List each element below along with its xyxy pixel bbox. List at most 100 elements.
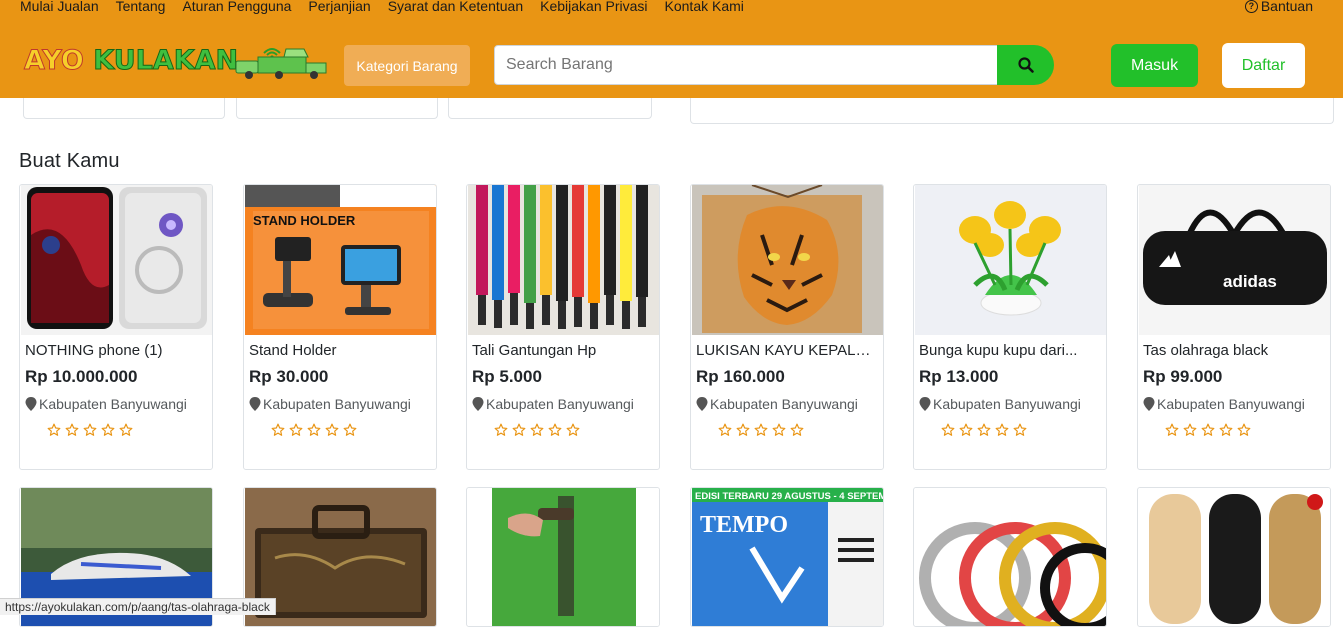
product-name: Bunga kupu kupu dari... [919, 342, 1078, 359]
star-icon [65, 423, 79, 436]
nav-tentang[interactable]: Tentang [116, 0, 166, 14]
product-image-lanyards [468, 185, 659, 335]
nav-kontak-kami[interactable]: Kontak Kami [665, 0, 744, 14]
previous-card-bottom [448, 98, 652, 119]
star-icon [343, 423, 357, 436]
product-location-text: Kabupaten Banyuwangi [39, 396, 187, 412]
star-icon [494, 423, 508, 436]
star-icon [548, 423, 562, 436]
previous-panel-bottom [690, 98, 1334, 124]
stand-holder-image-text: STAND HOLDER [253, 213, 356, 228]
product-image-chainrings [915, 488, 1106, 626]
product-price: Rp 5.000 [472, 367, 542, 386]
product-image-skateboards [1139, 488, 1330, 626]
star-icon [83, 423, 97, 436]
product-card[interactable]: EDISI TERBARU 29 AGUSTUS - 4 SEPTEMBER 2… [690, 487, 884, 627]
product-image-stand-holder: STAND HOLDER [245, 185, 436, 335]
star-icon [772, 423, 786, 436]
product-location-text: Kabupaten Banyuwangi [1157, 396, 1305, 412]
product-card[interactable] [466, 487, 660, 627]
logo-text-kulakan: KULAKAN [93, 45, 239, 77]
product-name: Tas olahraga black [1143, 342, 1269, 359]
site-header: Mulai Jualan Tentang Aturan Pengguna Per… [0, 0, 1343, 98]
product-image-phone [21, 185, 212, 335]
star-icon [47, 423, 61, 436]
nav-syarat-ketentuan[interactable]: Syarat dan Ketentuan [388, 0, 523, 14]
product-price: Rp 160.000 [696, 367, 785, 386]
rating-stars [718, 423, 804, 437]
search-icon [1017, 57, 1034, 73]
product-location-text: Kabupaten Banyuwangi [263, 396, 411, 412]
star-icon [718, 423, 732, 436]
search-bar [494, 45, 1054, 85]
product-card[interactable]: LUKISAN KAYU KEPALA ... Rp 160.000 Kabup… [690, 184, 884, 470]
magazine-banner-text: EDISI TERBARU 29 AGUSTUS - 4 SEPTEMBER 2… [695, 491, 884, 502]
logo-text-ayo: AYO [24, 45, 85, 77]
product-location-text: Kabupaten Banyuwangi [486, 396, 634, 412]
star-icon [101, 423, 115, 436]
star-icon [1013, 423, 1027, 436]
star-icon [754, 423, 768, 436]
section-title: Buat Kamu [19, 150, 120, 172]
search-button[interactable] [997, 45, 1054, 85]
star-icon [530, 423, 544, 436]
site-logo[interactable]: AYO KULAKAN [24, 43, 327, 83]
map-pin-icon [919, 397, 931, 411]
product-image-sports-bag: adidas [1139, 185, 1330, 335]
product-card[interactable]: STAND HOLDER Stand Holder Rp 30.000 Kabu… [243, 184, 437, 470]
product-location: Kabupaten Banyuwangi [919, 396, 1081, 412]
star-icon [566, 423, 580, 436]
star-icon [1237, 423, 1251, 436]
rating-stars [1165, 423, 1251, 437]
nav-aturan-pengguna[interactable]: Aturan Pengguna [182, 0, 291, 14]
star-icon [307, 423, 321, 436]
nav-kebijakan-privasi[interactable]: Kebijakan Privasi [540, 0, 647, 14]
product-image-dagger [468, 488, 659, 626]
product-card[interactable]: Tali Gantungan Hp Rp 5.000 Kabupaten Ban… [466, 184, 660, 470]
previous-card-bottom [236, 98, 438, 119]
product-card[interactable] [1137, 487, 1331, 627]
product-price: Rp 99.000 [1143, 367, 1223, 386]
product-name: LUKISAN KAYU KEPALA ... [696, 342, 878, 359]
star-icon [959, 423, 973, 436]
register-button[interactable]: Daftar [1222, 43, 1305, 88]
product-price: Rp 30.000 [249, 367, 329, 386]
product-card[interactable]: NOTHING phone (1) Rp 10.000.000 Kabupate… [19, 184, 213, 470]
product-name: NOTHING phone (1) [25, 342, 163, 359]
star-icon [119, 423, 133, 436]
star-icon [1183, 423, 1197, 436]
product-card[interactable]: adidas Tas olahraga black Rp 99.000 Kabu… [1137, 184, 1331, 470]
nav-mulai-jualan[interactable]: Mulai Jualan [20, 0, 99, 14]
product-location: Kabupaten Banyuwangi [1143, 396, 1305, 412]
help-link[interactable]: ? Bantuan [1244, 0, 1313, 14]
product-image-wood-painting [692, 185, 883, 335]
product-location: Kabupaten Banyuwangi [472, 396, 634, 412]
star-icon [1201, 423, 1215, 436]
rating-stars [941, 423, 1027, 437]
product-location: Kabupaten Banyuwangi [696, 396, 858, 412]
map-pin-icon [472, 397, 484, 411]
help-label: Bantuan [1260, 0, 1313, 14]
kategori-button[interactable]: Kategori Barang [344, 45, 470, 86]
star-icon [289, 423, 303, 436]
product-location-text: Kabupaten Banyuwangi [933, 396, 1081, 412]
truck-icon [235, 48, 327, 79]
product-name: Tali Gantungan Hp [472, 342, 597, 359]
product-card[interactable] [913, 487, 1107, 627]
bag-brand-text: adidas [1223, 272, 1277, 291]
search-input[interactable] [494, 45, 998, 85]
star-icon [1165, 423, 1179, 436]
star-icon [512, 423, 526, 436]
star-icon [941, 423, 955, 436]
star-icon [790, 423, 804, 436]
login-button[interactable]: Masuk [1111, 44, 1198, 87]
product-image-magazine: EDISI TERBARU 29 AGUSTUS - 4 SEPTEMBER 2… [692, 488, 884, 626]
status-bar-url: https://ayokulakan.com/p/aang/tas-olahra… [0, 598, 276, 615]
product-card[interactable]: Bunga kupu kupu dari... Rp 13.000 Kabupa… [913, 184, 1107, 470]
nav-perjanjian[interactable]: Perjanjian [308, 0, 370, 14]
star-icon [995, 423, 1009, 436]
rating-stars [271, 423, 357, 437]
star-icon [1219, 423, 1233, 436]
product-price: Rp 10.000.000 [25, 367, 138, 386]
star-icon [325, 423, 339, 436]
